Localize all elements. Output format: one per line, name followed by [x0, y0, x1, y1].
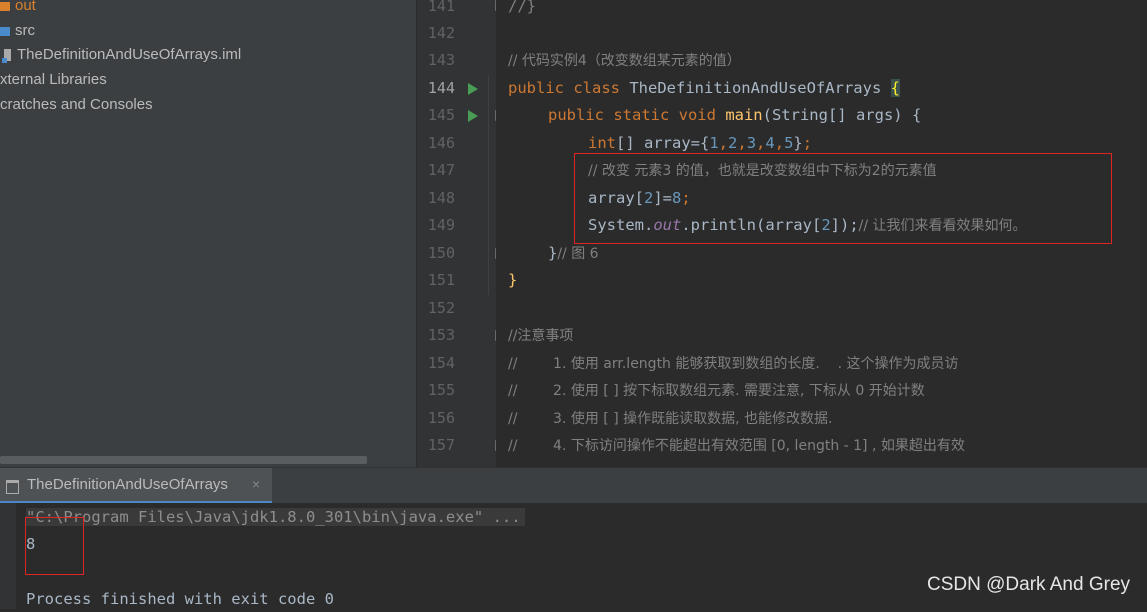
line-number: 143: [427, 51, 455, 69]
code-line-157: // 4. 下标访问操作不能超出有效范围 [0, length - 1] , 如…: [508, 438, 965, 454]
fold-guide: [488, 75, 489, 295]
tree-item-label: cratches and Consoles: [0, 96, 153, 113]
line-number: 148: [427, 189, 455, 207]
tree-item-iml[interactable]: TheDefinitionAndUseOfArrays.iml: [2, 43, 242, 67]
code-line-143: // 代码实例4（改变数组某元素的值）: [508, 53, 741, 69]
console-command-line: "C:\Program Files\Java\jdk1.8.0_301\bin\…: [26, 504, 525, 530]
line-number: 150: [427, 244, 455, 262]
folder-icon: [0, 1, 10, 11]
tree-item-label: TheDefinitionAndUseOfArrays.iml: [17, 46, 242, 63]
code-line-153: //注意事项: [508, 328, 574, 344]
line-number: 156: [427, 409, 455, 427]
code-line-151: }: [508, 271, 518, 289]
line-number: 151: [427, 271, 455, 289]
tree-item-label: out: [15, 0, 36, 14]
tab-run-config[interactable]: TheDefinitionAndUseOfArrays ×: [0, 468, 272, 504]
line-number: 141: [427, 0, 455, 15]
tree-item-label: src: [15, 22, 35, 39]
code-line-144: public class TheDefinitionAndUseOfArrays…: [508, 79, 900, 97]
tree-item-out[interactable]: out: [0, 0, 36, 18]
code-line-150: }// 图 6: [548, 244, 599, 262]
run-tool-window-header: TheDefinitionAndUseOfArrays ×: [0, 467, 1147, 504]
tree-item-external-libraries[interactable]: xternal Libraries: [0, 68, 107, 92]
code-line-141: //}: [508, 0, 536, 15]
close-icon[interactable]: ×: [252, 476, 260, 492]
tree-item-scratches[interactable]: cratches and Consoles: [0, 93, 153, 117]
watermark: CSDN @Dark And Grey: [927, 574, 1131, 595]
highlight-box-output: [25, 517, 84, 575]
line-number: 154: [427, 354, 455, 372]
line-number: 145: [427, 106, 455, 124]
tab-label: TheDefinitionAndUseOfArrays: [27, 476, 228, 493]
code-line-155: // 2. 使用 [ ] 按下标取数组元素. 需要注意, 下标从 0 开始计数: [508, 383, 925, 399]
line-number: 157: [427, 436, 455, 454]
tree-item-src[interactable]: src: [0, 19, 35, 43]
code-line-154: // 1. 使用 arr.length 能够获取到数组的长度. . 这个操作为成…: [508, 356, 959, 372]
tree-item-label: xternal Libraries: [0, 71, 107, 88]
console-exit-line: Process finished with exit code 0: [26, 590, 334, 608]
line-number: 147: [427, 161, 455, 179]
line-number: 155: [427, 381, 455, 399]
run-gutter-icon[interactable]: [468, 110, 478, 122]
project-panel: out src TheDefinitionAndUseOfArrays.iml …: [0, 0, 416, 467]
console-gutter: [0, 503, 16, 609]
line-number: 152: [427, 299, 455, 317]
editor-gutter: 141 142 143 144 145 146 147 148 149 150 …: [417, 0, 505, 467]
code-line-145: public static void main(String[] args) {: [548, 106, 922, 124]
code-line-156: // 3. 使用 [ ] 操作既能读取数据, 也能修改数据.: [508, 411, 833, 427]
file-icon: [2, 49, 11, 64]
line-number: 142: [427, 24, 455, 42]
line-number: 149: [427, 216, 455, 234]
line-number: 144: [427, 79, 455, 97]
highlight-box-code: [574, 153, 1112, 244]
run-gutter-icon[interactable]: [468, 83, 478, 95]
line-number: 153: [427, 326, 455, 344]
horizontal-scrollbar[interactable]: [0, 456, 367, 464]
console-icon: [6, 480, 19, 494]
line-number: 146: [427, 134, 455, 152]
folder-icon: [0, 26, 10, 36]
